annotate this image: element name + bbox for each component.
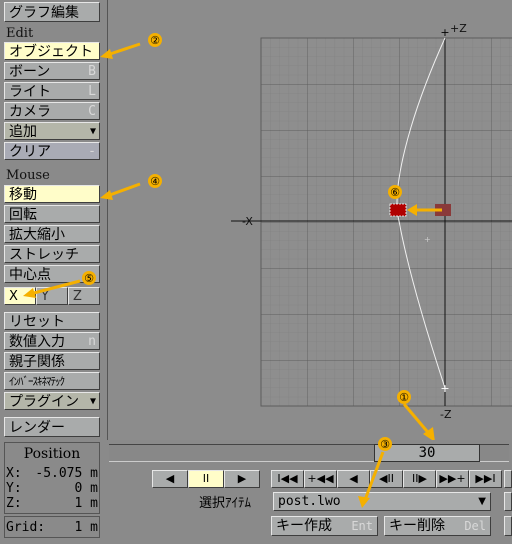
timeline-panel: 30 ◀ II ▶ I◀◀ +◀◀ ◀ ◀II II▶ ▶▶+ ▶▶I 選択ｱｲ… (107, 440, 512, 544)
mouse-stretch-button[interactable]: ストレッチ (4, 245, 100, 263)
position-panel: Position X: -5.075 m Y: 0 m Z: 1 m Grid: 1 m (0, 440, 104, 544)
shortcut-key: n (88, 334, 96, 349)
parent-button[interactable]: 親子関係 (4, 352, 100, 370)
mouse-scale-button[interactable]: 拡大縮小 (4, 225, 100, 243)
button-label: ライト (9, 84, 51, 100)
shortcut-key: - (88, 144, 96, 159)
z-value: 1 m (74, 496, 98, 511)
position-y: Y: 0 m (6, 481, 98, 496)
overflow-button-3[interactable] (504, 516, 512, 536)
graph-editor-button[interactable]: グラフ編集 (4, 2, 100, 22)
next-frame-button[interactable]: II▶ (403, 470, 436, 488)
pivot-marker: + (424, 235, 431, 244)
edit-bone-button[interactable]: ボーン B (4, 62, 100, 80)
chevron-down-icon: ▼ (89, 396, 96, 407)
reset-button[interactable]: リセット (4, 312, 100, 330)
button-label: レンダー (9, 420, 65, 436)
button-label: ボーン (9, 64, 51, 80)
button-label: 拡大縮小 (9, 227, 65, 243)
play-forward-button[interactable]: ▶ (224, 470, 260, 488)
position-x: X: -5.075 m (6, 466, 98, 481)
selected-object-handle[interactable] (389, 203, 407, 217)
button-label: プラグイン (9, 394, 79, 410)
button-label: キー削除 (389, 518, 445, 534)
grid (260, 37, 512, 407)
mouse-rotate-button[interactable]: 回転 (4, 205, 100, 223)
button-label: キー作成 (276, 518, 332, 534)
pause-button[interactable]: II (188, 470, 224, 488)
position-z: Z: 1 m (6, 496, 98, 511)
shortcut-key: Ent (351, 519, 373, 533)
chevron-down-icon: ▼ (478, 496, 486, 507)
button-label: オブジェクト (9, 44, 93, 60)
overflow-button[interactable] (504, 470, 512, 488)
selected-item-dropdown[interactable]: post.lwo ▼ (273, 492, 491, 511)
shortcut-key: Del (464, 519, 486, 533)
svg-text:+: + (440, 26, 449, 39)
svg-text:+: + (440, 382, 449, 395)
z-label: Z: (6, 496, 22, 511)
axis-neg-x-label: -X (242, 215, 253, 228)
chevron-down-icon: ▼ (89, 126, 96, 137)
button-label: 親子関係 (9, 354, 65, 370)
render-button[interactable]: レンダー (4, 417, 100, 437)
viewport-canvas[interactable]: + + +Z -Z -X + ⑥ ① (108, 0, 512, 440)
grid-value: 1 m (74, 520, 98, 535)
x-value: -5.075 m (35, 466, 98, 481)
next-key-button[interactable]: ▶▶+ (436, 470, 469, 488)
axis-neg-z-label: -Z (440, 408, 452, 421)
edit-section-label: Edit (6, 26, 34, 41)
button-label: リセット (9, 314, 65, 330)
button-label: ｲﾝﾊﾞｰｽｷﾈﾏﾃｯｸ (9, 375, 65, 388)
graph-editor-label: グラフ編集 (9, 5, 79, 21)
selected-item-value: post.lwo (278, 494, 341, 509)
button-label: 回転 (9, 207, 37, 223)
button-label: 追加 (9, 124, 37, 140)
shortcut-key: C (88, 104, 96, 119)
axis-pos-z-label: +Z (450, 22, 467, 35)
axis-z-toggle[interactable]: Z (68, 287, 100, 305)
grid-size: Grid: 1 m (6, 520, 98, 535)
mouse-section-label: Mouse (6, 168, 50, 183)
svg-text:⑥: ⑥ (390, 186, 400, 199)
plugin-dropdown-button[interactable]: プラグイン ▼ (4, 392, 100, 410)
add-dropdown-button[interactable]: 追加 ▼ (4, 122, 100, 140)
inverse-kinematics-button[interactable]: ｲﾝﾊﾞｰｽｷﾈﾏﾃｯｸ (4, 372, 100, 390)
button-label: カメラ (9, 104, 51, 120)
layout-viewport[interactable]: + + +Z -Z -X + ⑥ ① (107, 0, 512, 440)
clear-button[interactable]: クリア - (4, 142, 100, 160)
numeric-input-button[interactable]: 数値入力 n (4, 332, 100, 350)
shortcut-key: B (88, 64, 96, 79)
button-label: 中心点 (9, 267, 51, 283)
first-frame-button[interactable]: I◀◀ (271, 470, 304, 488)
button-label: 移動 (9, 187, 37, 203)
button-label: ストレッチ (9, 247, 79, 263)
create-key-button[interactable]: キー作成 Ent (271, 516, 378, 536)
y-label: Y: (6, 481, 22, 496)
edit-camera-button[interactable]: カメラ C (4, 102, 100, 120)
play-backward-button[interactable]: ◀ (152, 470, 188, 488)
previous-key-button[interactable]: +◀◀ (304, 470, 337, 488)
svg-text:①: ① (399, 391, 409, 404)
axis-y-toggle[interactable]: Y (36, 287, 68, 305)
edit-light-button[interactable]: ライト L (4, 82, 100, 100)
mouse-move-button[interactable]: 移動 (4, 185, 100, 203)
button-label: クリア (9, 144, 51, 160)
x-label: X: (6, 466, 22, 481)
previous-button[interactable]: ◀ (337, 470, 370, 488)
edit-object-button[interactable]: オブジェクト (4, 42, 100, 60)
overflow-button-2[interactable] (504, 492, 512, 511)
selected-item-label: 選択ｱｲﾃﾑ (199, 496, 252, 511)
y-value: 0 m (74, 481, 98, 496)
grid-label: Grid: (6, 520, 46, 535)
previous-frame-button[interactable]: ◀II (370, 470, 403, 488)
mouse-pivot-button[interactable]: 中心点 (4, 265, 100, 283)
last-frame-button[interactable]: ▶▶I (469, 470, 502, 488)
delete-key-button[interactable]: キー削除 Del (384, 516, 491, 536)
axis-x-toggle[interactable]: X (4, 287, 36, 305)
button-label: 数値入力 (9, 334, 65, 350)
frame-slider-thumb[interactable]: 30 (374, 444, 480, 462)
position-title: Position (23, 446, 81, 462)
shortcut-key: L (88, 84, 96, 99)
